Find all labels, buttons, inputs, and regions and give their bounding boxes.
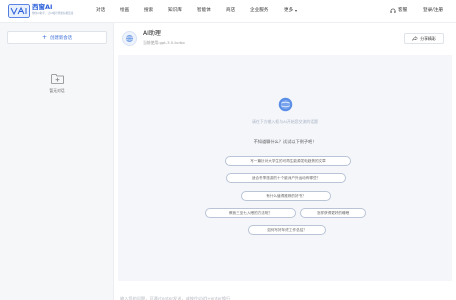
nav-item-chat[interactable]: 对话 — [96, 7, 105, 15]
nav-item-search[interactable]: 搜索 — [144, 7, 153, 15]
suggestion-chip[interactable]: 有什么值得推荐的好书？ — [241, 191, 331, 201]
top-navigation-bar: 西窗AI 你的AI助手，让AI和世界更好相连接 对话 绘画 搜索 知识库 智能体… — [0, 0, 456, 23]
customer-service-label: 客服 — [398, 8, 408, 13]
logo-icon[interactable] — [8, 4, 30, 18]
nav-item-enterprise[interactable]: 企业服务 — [250, 7, 268, 15]
suggestion-chip[interactable]: 怎样获得更好的睡眠 — [300, 208, 366, 218]
brand-tagline: 你的AI助手，让AI和世界更好相连接 — [32, 12, 74, 15]
empty-conversations-text: 暂无对话 — [49, 88, 65, 93]
message-input[interactable] — [118, 291, 452, 300]
new-chat-label: 创建新会话 — [50, 35, 72, 41]
share-button[interactable]: 分享精彩 — [404, 33, 444, 44]
plus-icon: + — [42, 33, 48, 41]
bot-name: AI助理 — [143, 30, 161, 37]
empty-chat-hint: 请在下方输入框与AI开始您交流的话题 — [251, 119, 319, 124]
suggestion-chip[interactable]: 适合冬季旅游的十个欧洲户外运动有哪些？ — [226, 173, 346, 183]
customer-service-button[interactable]: 客服 — [390, 7, 407, 15]
suggestion-chip[interactable]: 写一篇针对大学生的可再生能源发电趋势的文章 — [225, 156, 351, 166]
suggestion-question: 不知道聊什么？试试以下例子吧！ — [253, 139, 317, 144]
sidebar: + 创建新会话 暂无对话 — [0, 23, 114, 300]
nav-item-knowledge[interactable]: 知识库 — [168, 7, 182, 15]
bot-avatar — [122, 31, 137, 46]
suggestion-chip[interactable]: 教我三至七入眠的方法呢？ — [205, 208, 296, 218]
main-panel: AI助理 当前使用:gpt-3.5-turbo 分享精彩 请在下方输入框与AI开… — [114, 23, 456, 300]
empty-folder-icon — [51, 74, 64, 84]
nav-item-more[interactable]: 更多 — [284, 7, 298, 15]
share-label: 分享精彩 — [420, 35, 436, 41]
chat-area: 请在下方输入框与AI开始您交流的话题 不知道聊什么？试试以下例子吧！ 写一篇针对… — [118, 55, 452, 281]
share-icon — [412, 36, 419, 41]
chevron-down-icon — [295, 10, 298, 12]
brand-name[interactable]: 西窗AI — [32, 3, 52, 11]
nav-more-label: 更多 — [284, 8, 294, 13]
current-model-text: 当前使用:gpt-3.5-turbo — [143, 40, 185, 45]
login-register-link[interactable]: 登录/注册 — [423, 7, 443, 15]
nav-item-store[interactable]: 商店 — [226, 7, 235, 15]
suggestion-chip[interactable]: 如何写好年终工作总结？ — [248, 225, 326, 235]
headset-icon — [390, 8, 396, 13]
nav-item-agent[interactable]: 智能体 — [197, 7, 211, 15]
ai-globe-icon — [278, 97, 293, 112]
globe-icon — [125, 34, 134, 43]
new-chat-button[interactable]: + 创建新会话 — [7, 31, 107, 44]
message-input-area — [118, 285, 452, 300]
nav-item-draw[interactable]: 绘画 — [120, 7, 129, 15]
